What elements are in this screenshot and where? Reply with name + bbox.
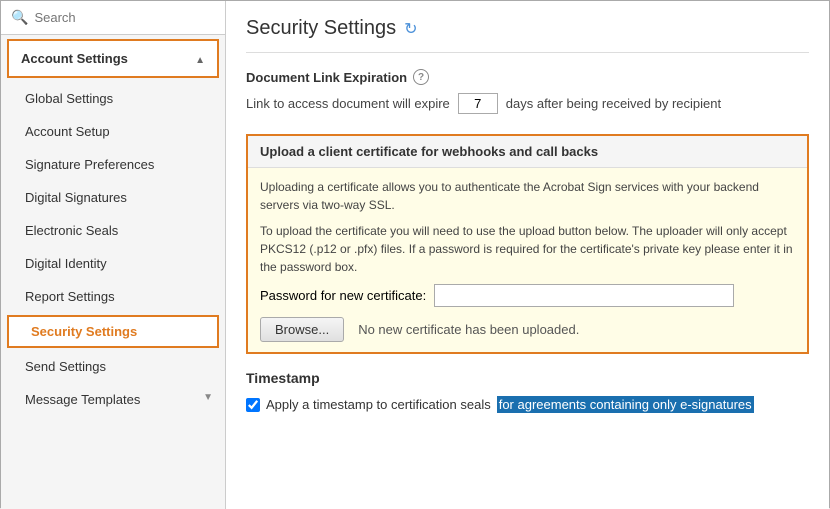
- chevron-down-icon: ▼: [203, 392, 213, 403]
- timestamp-label-static: Apply a timestamp to certification seals: [266, 397, 491, 412]
- cert-password-row: Password for new certificate:: [260, 284, 795, 307]
- expiry-description: Link to access document will expire: [246, 96, 450, 111]
- sidebar-item-report-settings[interactable]: Report Settings: [1, 280, 225, 313]
- search-input[interactable]: [34, 10, 215, 25]
- sidebar-item-electronic-seals[interactable]: Electronic Seals: [1, 214, 225, 247]
- browse-button[interactable]: Browse...: [260, 317, 344, 342]
- expiry-suffix: days after being received by recipient: [506, 96, 721, 111]
- sidebar-item-global-settings[interactable]: Global Settings: [1, 82, 225, 115]
- doc-link-expiration-label: Document Link Expiration ?: [246, 69, 809, 85]
- sidebar-item-signature-preferences[interactable]: Signature Preferences: [1, 148, 225, 181]
- cert-box-body: Uploading a certificate allows you to au…: [248, 168, 807, 352]
- sidebar-item-digital-identity[interactable]: Digital Identity: [1, 247, 225, 280]
- sidebar-item-message-templates[interactable]: Message Templates ▼: [1, 383, 225, 416]
- sidebar-section: Account Settings Global Settings Account…: [1, 35, 225, 509]
- refresh-icon[interactable]: ↻: [404, 19, 417, 39]
- cert-password-input[interactable]: [434, 284, 734, 307]
- cert-box: Upload a client certificate for webhooks…: [246, 134, 809, 354]
- cert-box-header: Upload a client certificate for webhooks…: [248, 136, 807, 168]
- search-box[interactable]: 🔍: [1, 1, 225, 35]
- sidebar-item-security-settings[interactable]: Security Settings: [7, 315, 219, 348]
- help-icon[interactable]: ?: [413, 69, 429, 85]
- account-settings-header[interactable]: Account Settings: [7, 39, 219, 78]
- search-icon: 🔍: [11, 9, 28, 26]
- main-content: Security Settings ↻ Document Link Expira…: [226, 1, 829, 509]
- chevron-up-icon: [195, 51, 205, 66]
- page-title-area: Security Settings ↻: [246, 17, 809, 53]
- cert-password-label: Password for new certificate:: [260, 288, 426, 303]
- no-cert-text: No new certificate has been uploaded.: [358, 322, 579, 337]
- sidebar-item-send-settings[interactable]: Send Settings: [1, 350, 225, 383]
- account-settings-label: Account Settings: [21, 51, 128, 66]
- timestamp-section: Timestamp Apply a timestamp to certifica…: [246, 370, 809, 413]
- browse-row: Browse... No new certificate has been up…: [260, 317, 795, 342]
- sidebar-item-digital-signatures[interactable]: Digital Signatures: [1, 181, 225, 214]
- sidebar-item-account-setup[interactable]: Account Setup: [1, 115, 225, 148]
- cert-para2: To upload the certificate you will need …: [260, 222, 795, 276]
- cert-para1: Uploading a certificate allows you to au…: [260, 178, 795, 214]
- expiry-days-input[interactable]: [458, 93, 498, 114]
- timestamp-checkbox-row: Apply a timestamp to certification seals…: [246, 396, 809, 413]
- page-title: Security Settings: [246, 17, 396, 40]
- timestamp-label-highlighted: for agreements containing only e-signatu…: [497, 396, 754, 413]
- timestamp-title: Timestamp: [246, 370, 809, 386]
- timestamp-checkbox[interactable]: [246, 398, 260, 412]
- expiry-row: Link to access document will expire days…: [246, 93, 809, 114]
- sidebar: 🔍 Account Settings Global Settings Accou…: [1, 1, 226, 509]
